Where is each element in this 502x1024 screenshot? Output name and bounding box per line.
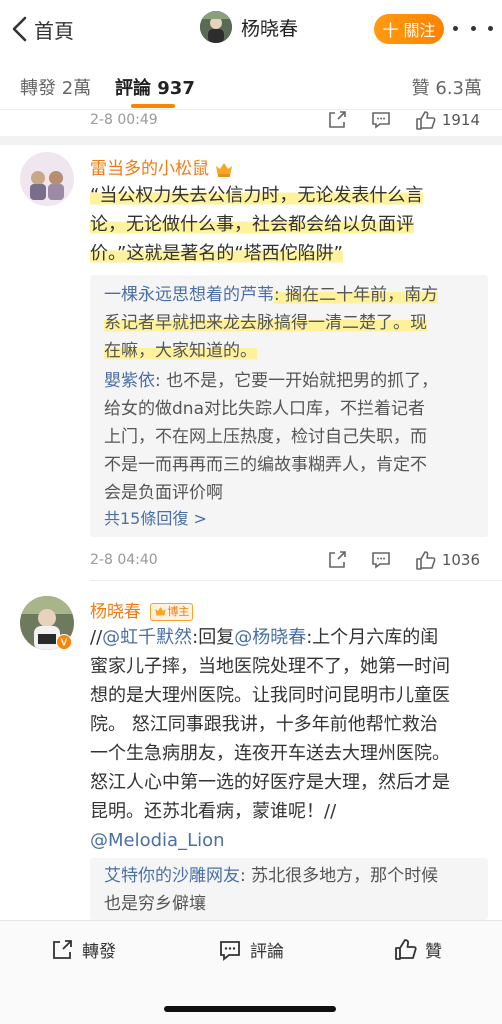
comment-actions: 1036: [304, 549, 480, 571]
reply-text: 在嘛，大家知道的。: [104, 341, 257, 361]
comment-username[interactable]: 杨晓春 博主: [90, 597, 194, 622]
comment-line: 论，无论做什么事，社会都会给以负面评: [90, 214, 414, 235]
more-options-icon[interactable]: [453, 16, 493, 40]
comment-time: 2-8 00:49: [90, 112, 158, 128]
mention-link[interactable]: @虹千默然: [102, 627, 192, 648]
reply-text: 也是穷乡僻壤: [104, 894, 206, 914]
reply-item: 嬰紫依: 也不是，它要一开始就把男的抓了， 给女的做dna对比失踪人口库，不拦着…: [104, 367, 484, 507]
comment-line: 想的是大理州医院。让我同时问昆明市儿童医: [90, 685, 450, 706]
comment-line: 蜜家儿子摔，当地医院处理不了，她第一时间: [90, 656, 450, 677]
mention-link[interactable]: @Melodia_Lion: [90, 826, 490, 855]
reply-text: 会是负面评价啊: [104, 483, 223, 503]
reply-text: 给女的做dna对比失踪人口库，不拦着记者: [104, 399, 425, 419]
comment-line: 院。 怒江同事跟我讲，十多年前他帮忙救治: [90, 714, 438, 735]
reply-preview-box[interactable]: 艾特你的沙雕网友: 苏北很多地方，那个时候 也是穷乡僻壤: [90, 858, 488, 920]
blogger-badge: 博主: [150, 603, 194, 621]
tab-comments[interactable]: 評論 937: [115, 74, 195, 100]
comment-separator: [90, 580, 502, 581]
like-icon: [395, 938, 417, 960]
comment-meta-row: 2-8 00:49 1914: [90, 108, 490, 132]
reply-text: 上门，不在网上压热度，检讨自己失职，而: [104, 427, 427, 447]
profile-name: 杨晓春: [241, 17, 299, 40]
tab-reposts[interactable]: 轉發 2萬: [20, 74, 91, 100]
comment-text: :上个月六库的闺: [306, 627, 439, 648]
reply-item: 一棵永远思想着的芦苇: 搁在二十年前，南方 系记者早就把来龙去脉搞得一清二楚了。…: [104, 281, 484, 365]
comment-line: 一个生急病朋友，连夜开车送去大理州医院。: [90, 743, 450, 764]
like-icon[interactable]: [414, 109, 436, 131]
comment-line: 昆明。还苏北看病，蒙谁呢！//: [90, 801, 337, 822]
back-label: 首頁: [34, 18, 74, 43]
comment-line: “当公权力失去公信力时，无论发表什么言: [90, 185, 424, 206]
like-count: 1914: [441, 111, 480, 129]
share-icon[interactable]: [326, 549, 348, 571]
avatar[interactable]: [20, 152, 74, 206]
comment-text: //: [90, 627, 103, 648]
comment-button[interactable]: 評論: [218, 937, 284, 962]
like-label: 贊: [425, 942, 442, 962]
reply-text: 系记者早就把来龙去脉搞得一清二楚了。现: [104, 313, 427, 333]
like-count: 1036: [441, 551, 480, 569]
username-text[interactable]: 雷当多的小松鼠: [90, 159, 209, 179]
username-text[interactable]: 杨晓春: [90, 602, 141, 622]
comment-label: 評論: [250, 942, 284, 962]
section-divider: [0, 136, 502, 145]
verified-badge-icon: V: [56, 634, 72, 650]
reply-author[interactable]: 一棵永远思想着的芦苇: [104, 285, 274, 305]
repost-label: 轉發: [82, 942, 116, 962]
back-button[interactable]: 首頁: [10, 14, 74, 44]
reply-text: 不是一而再再而三的编故事糊弄人，肯定不: [104, 455, 427, 475]
comment-body: “当公权力失去公信力时，无论发表什么言 论，无论做什么事，社会都会给以负面评 价…: [90, 181, 490, 268]
reply-author[interactable]: 艾特你的沙雕网友: [104, 866, 240, 886]
vip-crown-icon: [216, 163, 233, 177]
comment-icon: [220, 940, 240, 961]
comment-time: 2-8 04:40: [90, 552, 158, 568]
crown-icon: [155, 607, 167, 616]
follow-button[interactable]: 十 關注: [374, 14, 444, 44]
weibo-comment-page: 首頁 杨晓春 十 關注 轉發 2萬 評論 937 贊 6.3萬 2-8 00:4…: [0, 0, 502, 1024]
tab-bar: 轉發 2萬 評論 937 贊 6.3萬: [0, 60, 502, 110]
profile-header[interactable]: 杨晓春: [200, 11, 298, 43]
like-button[interactable]: 贊: [393, 937, 442, 962]
comment-icon[interactable]: [370, 109, 392, 131]
share-icon[interactable]: [326, 109, 348, 131]
comment-icon[interactable]: [370, 549, 392, 571]
home-indicator: [164, 1006, 336, 1012]
reply-text: : 搁在二十年前，南方: [274, 285, 439, 305]
reply-item: 艾特你的沙雕网友: 苏北很多地方，那个时候 也是穷乡僻壤: [104, 862, 484, 918]
reply-text: : 苏北很多地方，那个时候: [240, 866, 439, 886]
repost-button[interactable]: 轉發: [50, 937, 116, 962]
avatar[interactable]: [200, 11, 232, 43]
reply-preview-box[interactable]: 一棵永远思想着的芦苇: 搁在二十年前，南方 系记者早就把来龙去脉搞得一清二楚了。…: [90, 275, 488, 537]
comment-body: //@虹千默然:回复@杨晓春:上个月六库的闺 蜜家儿子摔，当地医院处理不了，她第…: [90, 623, 490, 855]
comment-username[interactable]: 雷当多的小松鼠: [90, 154, 234, 179]
comment-line: 怒江人心中第一选的好医疗是大理，然后才是: [90, 772, 450, 793]
mention-link[interactable]: @杨晓春: [234, 627, 306, 648]
svg-text:V: V: [61, 638, 68, 649]
chevron-left-icon: [12, 16, 27, 42]
reply-author[interactable]: 嬰紫依: [104, 371, 155, 391]
comment-meta-row: 2-8 04:40 1036: [90, 548, 490, 572]
comment-text: :回复: [192, 627, 235, 648]
tab-likes[interactable]: 贊 6.3萬: [412, 74, 482, 100]
like-icon[interactable]: [414, 549, 436, 571]
comment-actions: 1914: [304, 109, 480, 131]
comment-line: 价。”这就是著名的“塔西佗陷阱”: [90, 243, 343, 264]
reply-text: : 也不是，它要一开始就把男的抓了，: [155, 371, 439, 391]
badge-label: 博主: [167, 605, 190, 618]
top-nav-bar: 首頁 杨晓春 十 關注: [0, 0, 502, 60]
share-icon: [53, 939, 72, 959]
more-replies-link[interactable]: 共15條回復 >: [104, 505, 207, 529]
